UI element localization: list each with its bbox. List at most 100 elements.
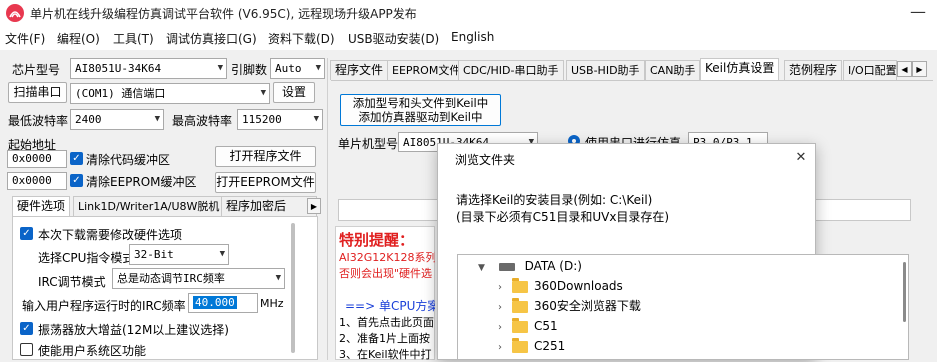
tab-keil-sim[interactable]: Keil仿真设置 bbox=[700, 58, 780, 80]
add-keil-line1: 添加型号和头文件到Keil中 bbox=[352, 96, 489, 110]
modify-hardware-label: 本次下载需要修改硬件选项 bbox=[38, 228, 183, 242]
tab-scroll-right-icon[interactable]: ▶ bbox=[912, 61, 927, 77]
irc-mode-value: 总是动态调节IRC频率 bbox=[117, 272, 225, 285]
clear-eeprom-checkbox[interactable]: ✓ bbox=[70, 174, 83, 187]
clear-code-label: 清除代码缓冲区 bbox=[86, 153, 171, 167]
irc-frequency-value: 40.000 bbox=[193, 296, 237, 309]
options-scrollbar[interactable] bbox=[291, 223, 295, 353]
tree-row-folder[interactable]: › 360Downloads bbox=[498, 276, 623, 296]
pin-count-label: 引脚数 bbox=[231, 63, 268, 77]
tab-program-file[interactable]: 程序文件 bbox=[330, 60, 389, 80]
folder-icon bbox=[512, 297, 528, 313]
minimize-button[interactable]: — bbox=[899, 0, 937, 26]
chevron-right-icon: › bbox=[498, 322, 502, 333]
max-baud-value: 115200 bbox=[242, 113, 282, 126]
irc-frequency-input[interactable]: 40.000 bbox=[188, 293, 258, 313]
clear-code-checkbox[interactable]: ✓ bbox=[70, 152, 83, 165]
tab-scroll-left-icon[interactable]: ◀ bbox=[897, 61, 912, 77]
irc-mode-label: IRC调节模式 bbox=[38, 275, 106, 289]
open-eeprom-file-button[interactable]: 打开EEPROM文件 bbox=[215, 172, 316, 193]
folder-icon bbox=[512, 317, 528, 333]
drive-label: DATA (D:) bbox=[524, 259, 582, 273]
settings-button[interactable]: 设置 bbox=[273, 82, 315, 103]
tab-hardware-options[interactable]: 硬件选项 bbox=[12, 196, 71, 216]
menu-english[interactable]: English bbox=[451, 30, 494, 44]
folder-icon bbox=[512, 277, 528, 293]
folder-name: C251 bbox=[534, 339, 566, 353]
menu-tools[interactable]: 工具(T) bbox=[113, 30, 154, 47]
tree-row-folder[interactable]: › C51 bbox=[498, 316, 558, 336]
tree-row-folder[interactable]: › C251 bbox=[498, 336, 565, 356]
dialog-prompt-line1: 请选择Keil的安装目录(例如: C:\Keil) bbox=[456, 193, 653, 207]
osc-gain-label: 振荡器放大增益(12M以上建议选择) bbox=[38, 323, 229, 337]
cpu-mode-value: 32-Bit bbox=[134, 248, 174, 261]
dialog-close-icon[interactable]: ✕ bbox=[792, 149, 810, 167]
window-title: 单片机在线升级编程仿真调试平台软件 (V6.95C), 远程现场升级APP发布 bbox=[30, 7, 417, 21]
chevron-down-icon: ▼ bbox=[154, 114, 160, 124]
tab-scroll-right-icon[interactable]: ▶ bbox=[307, 198, 321, 214]
tab-io-config[interactable]: I/O口配置 bbox=[843, 60, 897, 80]
chevron-right-icon: › bbox=[498, 342, 502, 353]
drive-icon bbox=[498, 262, 515, 271]
add-keil-line2: 添加仿真器驱动到Keil中 bbox=[358, 110, 483, 124]
menu-usb-driver[interactable]: USB驱动安装(D) bbox=[348, 30, 439, 47]
tab-program-encryption[interactable]: 程序加密后 bbox=[221, 196, 317, 216]
dialog-title: 浏览文件夹 bbox=[455, 153, 516, 167]
tab-can[interactable]: CAN助手 bbox=[645, 60, 701, 80]
add-to-keil-button[interactable]: 添加型号和头文件到Keil中 添加仿真器驱动到Keil中 bbox=[340, 94, 501, 126]
irc-mode-select[interactable]: 总是动态调节IRC频率 ▼ bbox=[112, 268, 285, 289]
sys-reset-label: 使能用户系统区功能 bbox=[38, 344, 147, 358]
folder-name: 360安全浏览器下载 bbox=[534, 299, 641, 313]
sys-reset-checkbox[interactable] bbox=[20, 343, 33, 356]
app-logo-icon bbox=[6, 4, 24, 22]
port-select[interactable]: (COM1) 通信端口 ▼ bbox=[70, 83, 270, 104]
min-baud-select[interactable]: 2400 ▼ bbox=[70, 109, 164, 130]
osc-gain-checkbox[interactable]: ✓ bbox=[20, 322, 33, 335]
folder-name: C51 bbox=[534, 319, 558, 333]
open-program-file-button[interactable]: 打开程序文件 bbox=[215, 146, 316, 167]
tree-row-drive[interactable]: ▼ DATA (D:) bbox=[478, 256, 582, 276]
tab-link1d-offline[interactable]: Link1D/Writer1A/U8W脱机 bbox=[73, 196, 225, 216]
cpu-mode-select[interactable]: 32-Bit ▼ bbox=[129, 244, 229, 265]
modify-hardware-checkbox[interactable]: ✓ bbox=[20, 227, 33, 240]
clear-eeprom-label: 清除EEPROM缓冲区 bbox=[86, 175, 197, 189]
tab-eeprom-file[interactable]: EEPROM文件 bbox=[387, 60, 466, 80]
irc-frequency-label: 输入用户程序运行时的IRC频率 bbox=[22, 299, 186, 313]
chevron-down-icon: ▼ bbox=[219, 249, 225, 259]
menu-file[interactable]: 文件(F) bbox=[5, 30, 45, 47]
port-value: (COM1) 通信端口 bbox=[75, 87, 166, 100]
tab-usb-hid[interactable]: USB-HID助手 bbox=[566, 60, 645, 80]
irc-frequency-unit: MHz bbox=[260, 297, 284, 310]
step-2: 2、准备1片上面按 bbox=[339, 332, 430, 345]
eeprom-start-address-input[interactable]: 0x0000 bbox=[7, 172, 67, 190]
chevron-down-icon: ▼ bbox=[313, 114, 319, 124]
chevron-down-icon: ▼ bbox=[260, 88, 266, 98]
scan-port-button[interactable]: 扫描串口 bbox=[8, 82, 67, 103]
code-start-address-input[interactable]: 0x0000 bbox=[7, 150, 67, 168]
single-cpu-heading: ==> 单CPU方案仿真 bbox=[345, 299, 435, 313]
folder-tree-scrollbar[interactable] bbox=[903, 262, 906, 322]
warning-line2: 否则会出现"硬件选 bbox=[339, 267, 433, 280]
chevron-expanded-icon: ▼ bbox=[478, 263, 485, 273]
folder-icon bbox=[512, 337, 528, 353]
tab-cdc-hid-serial[interactable]: CDC/HID-串口助手 bbox=[458, 60, 564, 80]
menu-debug-interface[interactable]: 调试仿真接口(G) bbox=[166, 30, 257, 47]
max-baud-select[interactable]: 115200 ▼ bbox=[237, 109, 323, 130]
pin-count-value: Auto bbox=[275, 62, 302, 75]
pin-count-select[interactable]: Auto ▼ bbox=[270, 58, 325, 79]
chip-model-label: 芯片型号 bbox=[12, 63, 61, 77]
mcu-model-label: 单片机型号 bbox=[338, 137, 399, 151]
tree-row-folder[interactable]: › 360安全浏览器下载 bbox=[498, 296, 641, 316]
dialog-prompt-line2: (目录下必须有C51目录和UVx目录存在) bbox=[456, 210, 670, 224]
chip-model-value: AI8051U-34K64 bbox=[75, 62, 162, 75]
menu-program[interactable]: 编程(O) bbox=[57, 30, 100, 47]
max-baud-label: 最高波特率 bbox=[172, 114, 233, 128]
min-baud-value: 2400 bbox=[75, 113, 102, 126]
folder-name: 360Downloads bbox=[534, 279, 623, 293]
cpu-mode-label: 选择CPU指令模式 bbox=[38, 251, 135, 265]
menu-downloads[interactable]: 资料下载(D) bbox=[268, 30, 335, 47]
tab-examples[interactable]: 范例程序 bbox=[784, 60, 843, 80]
warning-line1: AI32G12K128系列芯 bbox=[339, 251, 435, 264]
min-baud-label: 最低波特率 bbox=[8, 114, 69, 128]
chip-model-select[interactable]: AI8051U-34K64 ▼ bbox=[70, 58, 227, 79]
